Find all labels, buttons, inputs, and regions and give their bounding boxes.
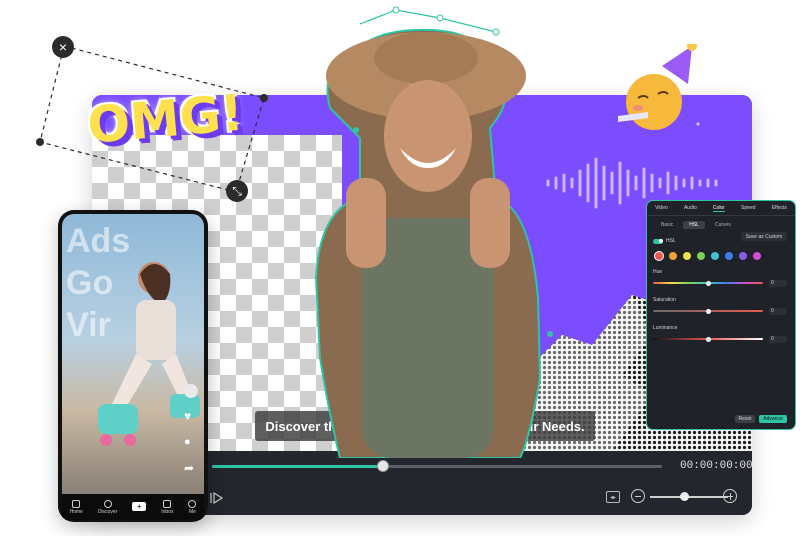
subtab-curves[interactable]: Curves <box>709 221 737 229</box>
omg-sticker[interactable]: OMG! <box>75 78 261 173</box>
panel-tabs: Video Audio Color Speed Effects <box>647 201 795 216</box>
color-swatch[interactable] <box>725 252 733 260</box>
color-swatch[interactable] <box>655 252 663 260</box>
playhead-handle[interactable] <box>377 460 389 472</box>
nav-item-inbox[interactable]: Inbox <box>161 499 173 515</box>
phone-mockup: Ads Go Vir ♥ ● ➦ Home Discover + Inbox M… <box>58 210 208 522</box>
tab-effects[interactable]: Effects <box>772 205 787 211</box>
tab-audio[interactable]: Audio <box>684 205 697 211</box>
luminance-value[interactable]: 0 <box>769 336 787 343</box>
close-icon[interactable]: × <box>52 36 74 58</box>
panel-subtabs: Basic HSL Curves <box>655 220 789 230</box>
nav-item-home[interactable]: Home <box>69 499 83 515</box>
saturation-value[interactable]: 0 <box>769 308 787 315</box>
nav-item-discover[interactable]: Discover <box>98 499 117 515</box>
timecode: 00:00:00:00 <box>680 460 752 472</box>
fit-screen-button[interactable]: ◂▸ <box>606 491 620 503</box>
phone-video-preview[interactable]: Ads Go Vir ♥ ● ➦ <box>62 214 204 494</box>
woman-cutout-image[interactable] <box>300 18 556 458</box>
hue-label: Hue <box>653 269 663 275</box>
color-swatch[interactable] <box>669 252 677 260</box>
zoom-in-button[interactable] <box>723 489 737 503</box>
rotate-icon[interactable]: ⤡ <box>226 180 248 202</box>
color-swatch[interactable] <box>739 252 747 260</box>
save-as-custom-button[interactable]: Save as Custom <box>741 232 787 241</box>
tab-video[interactable]: Video <box>655 205 668 211</box>
tab-color[interactable]: Color <box>712 205 725 212</box>
inbox-icon <box>163 499 172 508</box>
advance-button[interactable]: Advance <box>759 415 787 423</box>
nav-item-create[interactable]: + <box>132 502 147 512</box>
luminance-label: Luminance <box>653 325 678 331</box>
tab-speed[interactable]: Speed <box>741 205 755 211</box>
color-adjust-panel: Video Audio Color Speed Effects Basic HS… <box>646 200 796 430</box>
reset-button[interactable]: Reset <box>735 415 755 423</box>
hue-slider-thumb[interactable] <box>706 280 711 286</box>
zoom-slider-thumb[interactable] <box>680 492 689 501</box>
timeline-track[interactable] <box>212 460 662 472</box>
comment-icon[interactable]: ● <box>184 436 198 448</box>
toggle-switch[interactable] <box>653 238 663 244</box>
share-icon[interactable]: ➦ <box>184 462 198 474</box>
color-swatch[interactable] <box>711 252 719 260</box>
saturation-slider-thumb[interactable] <box>706 308 711 314</box>
color-swatch[interactable] <box>697 252 705 260</box>
heart-icon[interactable]: ♥ <box>184 410 198 422</box>
hsl-toggle[interactable]: HSL <box>653 238 676 244</box>
subtab-hsl[interactable]: HSL <box>683 221 705 229</box>
home-icon <box>72 499 81 508</box>
subtab-basic[interactable]: Basic <box>655 221 679 229</box>
create-icon: + <box>132 502 147 511</box>
zoom-slider[interactable] <box>650 496 728 498</box>
profile-icon <box>188 499 197 508</box>
nav-item-me[interactable]: Me <box>188 499 197 515</box>
skater-image <box>98 262 200 446</box>
color-swatch[interactable] <box>683 252 691 260</box>
color-swatch[interactable] <box>753 252 761 260</box>
luminance-slider-thumb[interactable] <box>706 336 711 342</box>
hue-value[interactable]: 0 <box>769 280 787 287</box>
zoom-out-button[interactable] <box>631 489 645 503</box>
color-swatches <box>655 252 761 260</box>
phone-bottom-nav: Home Discover + Inbox Me <box>62 494 204 520</box>
search-icon <box>103 499 112 508</box>
path-handles[interactable] <box>360 4 520 40</box>
avatar[interactable] <box>184 384 198 398</box>
play-icon[interactable] <box>210 491 224 505</box>
saturation-label: Saturation <box>653 297 676 303</box>
party-emoji-icon <box>618 44 700 130</box>
timeline-progress <box>212 465 383 468</box>
